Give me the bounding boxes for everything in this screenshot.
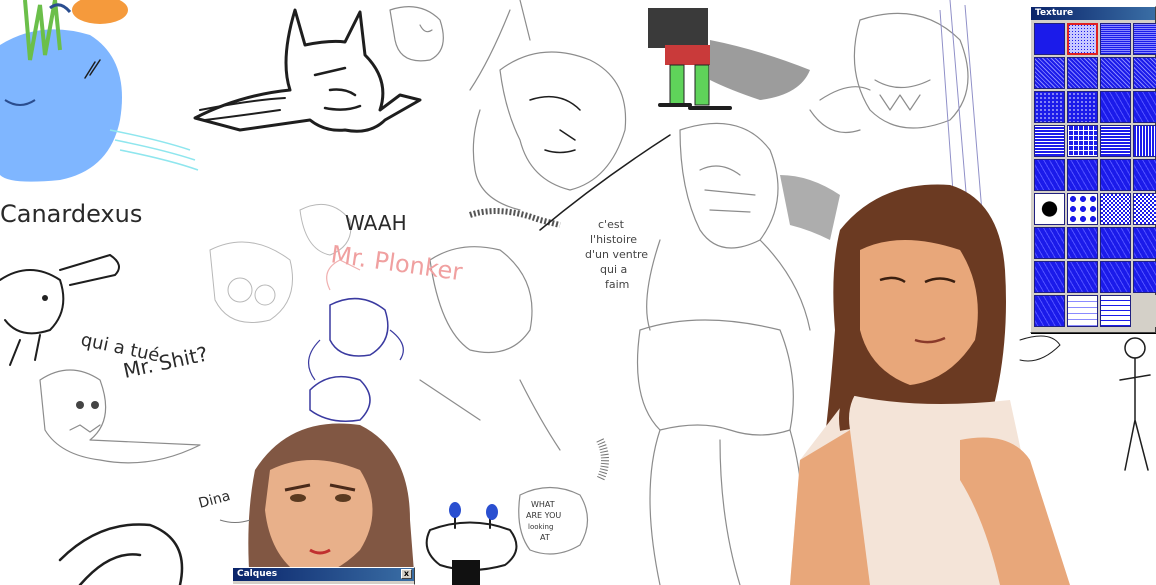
texture-swatch[interactable]: [1067, 295, 1098, 327]
texture-swatch[interactable]: [1100, 125, 1131, 157]
batman-drawing: [193, 8, 422, 133]
layers-panel-title-text: Calques: [237, 569, 278, 579]
texture-swatch[interactable]: [1034, 261, 1065, 293]
duck-drawing: [0, 0, 199, 182]
stick-figure-right: [1019, 335, 1151, 471]
texture-swatch[interactable]: [1133, 125, 1156, 157]
texture-swatch[interactable]: [1034, 91, 1065, 123]
texture-swatch[interactable]: [1067, 125, 1098, 157]
layers-close-button[interactable]: x: [401, 569, 412, 579]
canardexus-label: Canardexus: [0, 200, 142, 228]
svg-text:d'un ventre: d'un ventre: [585, 248, 648, 261]
texture-swatch[interactable]: [1133, 295, 1156, 327]
texture-swatch[interactable]: [1100, 23, 1131, 55]
texture-swatch[interactable]: [1067, 227, 1098, 259]
pencil-doodles-left: [209, 203, 561, 451]
blue-sketch-character: [308, 297, 404, 422]
texture-swatch-grid: [1034, 23, 1156, 327]
svg-text:looking: looking: [528, 523, 553, 531]
texture-swatch[interactable]: [1067, 193, 1098, 225]
texture-swatch[interactable]: [1100, 91, 1131, 123]
mr-plonker-text: Mr. Plonker: [329, 240, 464, 286]
texture-swatch[interactable]: [1133, 57, 1156, 89]
texture-panel-title[interactable]: Texture: [1031, 7, 1155, 20]
svg-text:l'histoire: l'histoire: [590, 233, 637, 246]
layers-panel-title[interactable]: Calques x: [233, 568, 414, 581]
histoire-text-block: c'est l'histoire d'un ventre qui a faim: [585, 218, 648, 291]
texture-swatch[interactable]: [1067, 23, 1098, 55]
texture-swatch[interactable]: [1100, 159, 1131, 191]
painted-girl-brown-hair: [790, 184, 1070, 585]
svg-text:WHAT: WHAT: [531, 500, 555, 509]
dina-text: Dina: [197, 488, 232, 512]
hand-sketch-bottom: [58, 523, 184, 585]
texture-swatch[interactable]: [1067, 57, 1098, 89]
svg-text:AT: AT: [540, 533, 550, 542]
texture-swatch[interactable]: [1133, 159, 1156, 191]
texture-swatch[interactable]: [1133, 193, 1156, 225]
svg-text:faim: faim: [605, 278, 629, 291]
bandage-figure-sketch: [646, 122, 840, 331]
manga-girl-sketch: [469, 0, 671, 231]
texture-swatch[interactable]: [1133, 227, 1156, 259]
ghost-sketch: [39, 369, 201, 464]
svg-text:qui a: qui a: [600, 263, 627, 276]
texture-swatch[interactable]: [1034, 125, 1065, 157]
layers-panel[interactable]: Calques x: [232, 567, 415, 585]
texture-swatch[interactable]: [1133, 261, 1156, 293]
texture-swatch[interactable]: [1034, 23, 1065, 55]
texture-swatch[interactable]: [1067, 91, 1098, 123]
texture-swatch[interactable]: [1067, 159, 1098, 191]
svg-text:c'est: c'est: [598, 218, 625, 231]
crab-drawing: [425, 502, 518, 585]
texture-swatch[interactable]: [1067, 261, 1098, 293]
texture-panel[interactable]: Texture: [1030, 6, 1156, 333]
waah-text: WAAH: [345, 211, 407, 235]
texture-swatch[interactable]: [1034, 193, 1065, 225]
texture-swatch[interactable]: [1133, 91, 1156, 123]
painted-girl-dina: [248, 423, 415, 585]
texture-swatch[interactable]: [1034, 227, 1065, 259]
drawing-canvas[interactable]: Canardexus qui a tué Mr. Shit? WAAH Mr. …: [0, 0, 1156, 585]
what-speech-bubble: WHAT ARE YOU looking AT: [518, 486, 589, 555]
texture-swatch[interactable]: [1100, 57, 1131, 89]
texture-swatch[interactable]: [1034, 295, 1065, 327]
jeans-figure-sketch: [596, 319, 804, 585]
texture-swatch[interactable]: [1100, 261, 1131, 293]
texture-swatch[interactable]: [1100, 193, 1131, 225]
robot-green-boots: [648, 8, 810, 110]
texture-swatch[interactable]: [1100, 295, 1131, 327]
texture-swatch[interactable]: [1034, 159, 1065, 191]
svg-text:ARE YOU: ARE YOU: [526, 511, 561, 520]
texture-swatch[interactable]: [1034, 57, 1065, 89]
texture-swatch[interactable]: [1133, 23, 1156, 55]
texture-swatch[interactable]: [1100, 227, 1131, 259]
